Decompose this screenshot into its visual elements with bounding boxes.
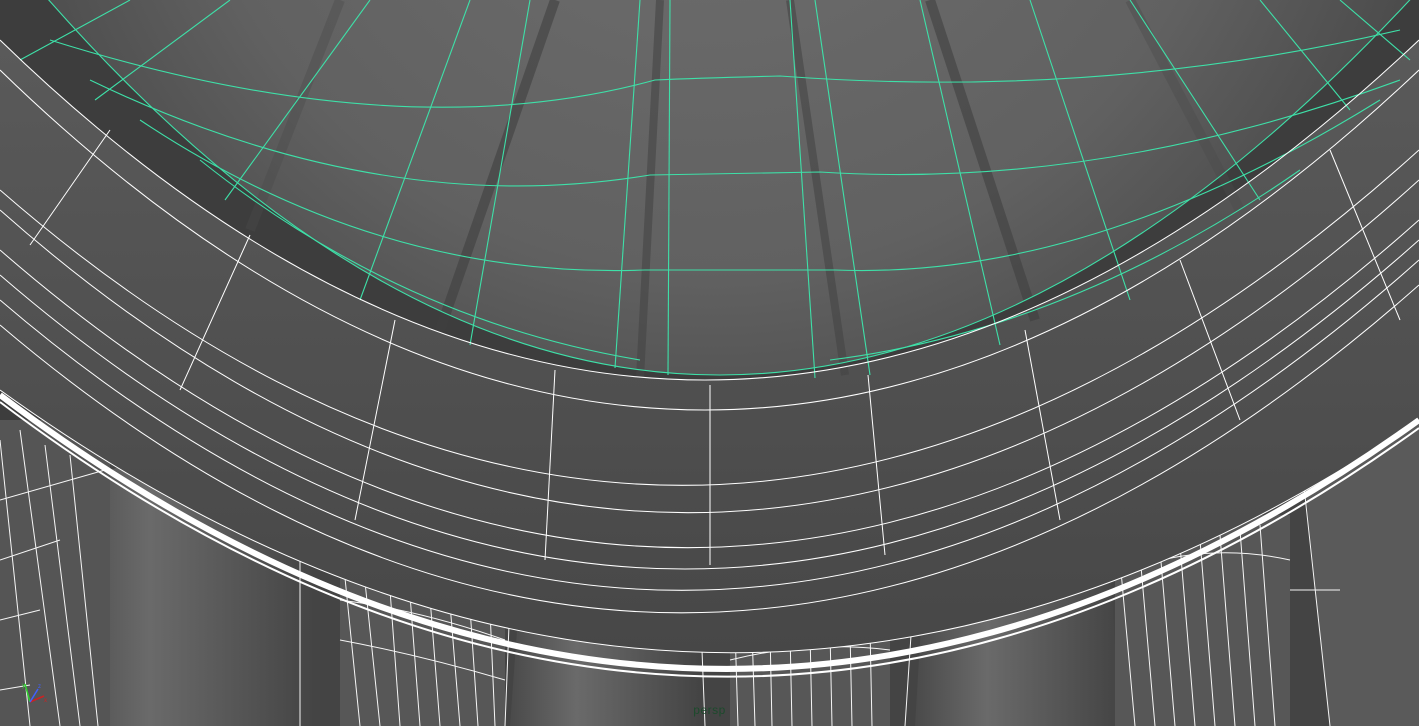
axis-y-line (24, 683, 31, 703)
svg-text:z: z (38, 684, 41, 690)
viewport-scene[interactable] (0, 0, 1419, 726)
maya-persp-viewport[interactable]: y x z persp (0, 0, 1419, 726)
svg-text:y: y (22, 683, 25, 689)
camera-name-label: persp (693, 703, 726, 717)
